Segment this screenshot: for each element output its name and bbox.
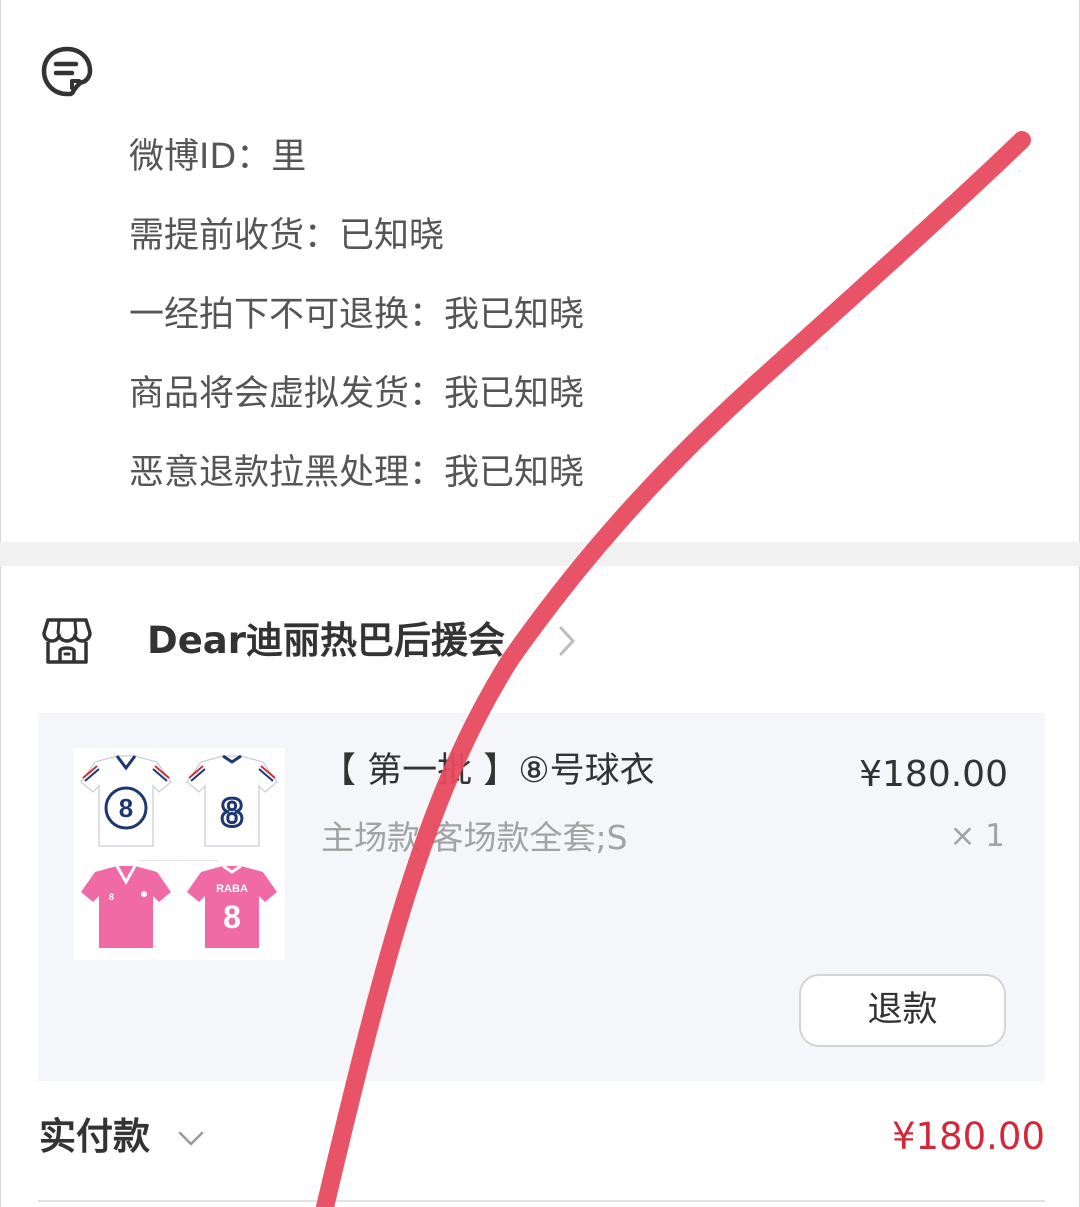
note-value: 我已知晓 bbox=[444, 453, 585, 493]
note-malicious-refund: 恶意退款拉黑处理：我已知晓 bbox=[129, 451, 584, 495]
note-weibo-id: 微博ID：里 bbox=[129, 135, 306, 179]
svg-text:8: 8 bbox=[223, 899, 241, 935]
note-label: 恶意退款拉黑处理： bbox=[129, 453, 445, 493]
svg-text:8: 8 bbox=[119, 793, 133, 823]
note-value: 里 bbox=[271, 137, 307, 177]
product-price: ¥180.00 bbox=[859, 754, 1008, 795]
shop-name: Dear迪丽热巴后援会 bbox=[147, 619, 506, 662]
note-value: 已知晓 bbox=[339, 216, 445, 256]
order-notes-section: 微博ID：里 需提前收货：已知晓 一经拍下不可退换：我已知晓 商品将会虚拟发货：… bbox=[0, 0, 1080, 542]
note-virtual-shipping: 商品将会虚拟发货：我已知晓 bbox=[129, 372, 584, 416]
note-label: 一经拍下不可退换： bbox=[129, 295, 445, 335]
section-divider bbox=[0, 542, 1080, 566]
order-section: Dear迪丽热巴后援会 8 8 ························… bbox=[0, 566, 1080, 1207]
jersey-image[interactable]: 8 8 ····································… bbox=[73, 748, 285, 960]
divider bbox=[38, 1200, 1045, 1202]
note-no-return: 一经拍下不可退换：我已知晓 bbox=[129, 293, 584, 337]
note-advance-receipt: 需提前收货：已知晓 bbox=[129, 214, 444, 258]
note-value: 我已知晓 bbox=[444, 374, 585, 414]
note-label: 微博ID： bbox=[129, 137, 272, 177]
paid-amount: ¥180.00 bbox=[891, 1115, 1045, 1158]
note-label: 商品将会虚拟发货： bbox=[129, 374, 445, 414]
chevron-down-icon[interactable] bbox=[177, 1130, 205, 1148]
svg-text:8: 8 bbox=[109, 892, 114, 902]
note-value: 我已知晓 bbox=[444, 295, 585, 335]
store-icon bbox=[42, 618, 92, 664]
chevron-right-icon bbox=[559, 626, 575, 656]
paid-label: 实付款 bbox=[39, 1115, 150, 1158]
order-detail-page: 微博ID：里 需提前收货：已知晓 一经拍下不可退换：我已知晓 商品将会虚拟发货：… bbox=[0, 0, 1080, 1207]
svg-text:RABA: RABA bbox=[216, 883, 248, 895]
product-title: 【 第一批 】⑧号球衣 bbox=[321, 751, 655, 791]
svg-text:······························: ········································ bbox=[139, 858, 219, 864]
product-spec: 主场款 客场款全套;S bbox=[321, 818, 628, 857]
product-card[interactable]: 8 8 ····································… bbox=[38, 713, 1045, 1081]
product-quantity: × 1 bbox=[949, 818, 1005, 854]
svg-text:8: 8 bbox=[221, 791, 243, 835]
note-label: 需提前收货： bbox=[129, 216, 340, 256]
payment-row[interactable]: 实付款 ¥180.00 bbox=[1, 1108, 1080, 1168]
shop-header[interactable]: Dear迪丽热巴后援会 bbox=[1, 608, 641, 678]
refund-button[interactable]: 退款 bbox=[799, 974, 1006, 1047]
note-icon bbox=[41, 46, 93, 97]
